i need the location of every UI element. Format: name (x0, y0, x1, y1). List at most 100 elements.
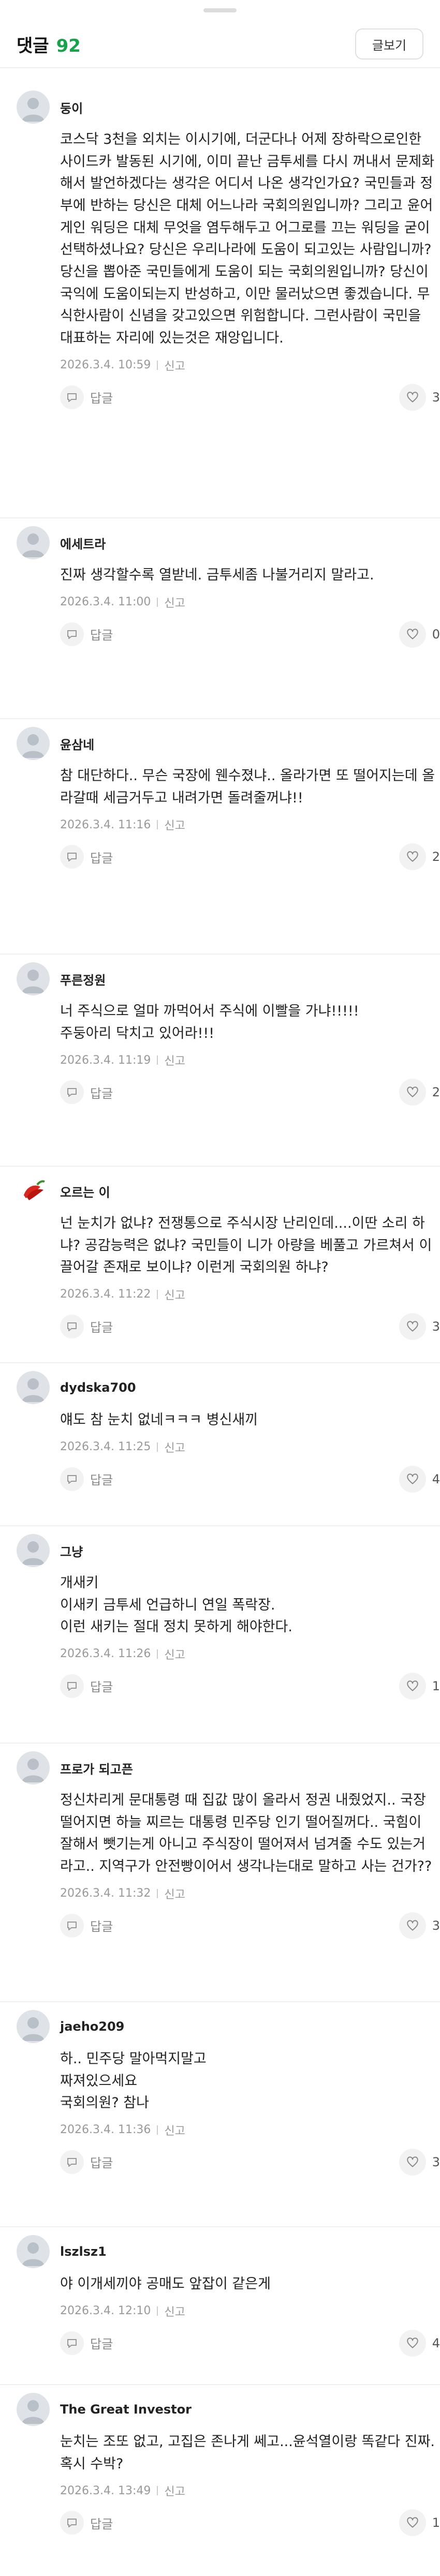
report-link[interactable]: 신고 (164, 1646, 185, 1662)
report-link[interactable]: 신고 (164, 1439, 185, 1455)
comment-meta: 2026.3.4. 12:10 신고 (60, 2303, 423, 2319)
comment-divider (0, 1525, 440, 1526)
default-avatar-icon[interactable] (17, 962, 50, 995)
reply-button[interactable]: 답글 (60, 2331, 113, 2355)
report-link[interactable]: 신고 (164, 2303, 185, 2319)
reply-button[interactable]: 답글 (60, 1314, 113, 1338)
comment-header: 윤삼네 (17, 727, 423, 760)
report-link[interactable]: 신고 (164, 2122, 185, 2138)
heart-icon (399, 1079, 426, 1106)
default-avatar-icon[interactable] (17, 727, 50, 760)
comment-header: 푸른정원 (17, 962, 423, 995)
like-button[interactable]: 0 (399, 620, 440, 648)
sheet-handle-bar[interactable] (0, 0, 440, 21)
reply-button[interactable]: 답글 (60, 845, 113, 869)
meta-divider (157, 1888, 158, 1898)
comment-author[interactable]: The Great Investor (60, 2402, 192, 2417)
comment-date: 2026.3.4. 12:10 (60, 2304, 151, 2318)
comment-actions: 답글 3 (60, 1312, 440, 1341)
reply-button[interactable]: 답글 (60, 1080, 113, 1105)
comment-text: 넌 눈치가 없냐? 전쟁통으로 주식시장 난리인데....이딴 소리 하냐? 공… (60, 1215, 432, 1276)
default-avatar-icon[interactable] (17, 1751, 50, 1784)
comment-item: dydska700 얘도 참 눈치 없네ㅋㅋㅋ 병신새끼 2026.3.4. 1… (0, 1371, 440, 1494)
comment-text: 얘도 참 눈치 없네ㅋㅋㅋ 병신새끼 (60, 1412, 258, 1428)
comment-author[interactable]: jaeho209 (60, 2019, 124, 2034)
like-button[interactable]: 2 (399, 1079, 440, 1106)
comment-item: The Great Investor 눈치는 조또 없고, 고집은 존나게 쎄고… (0, 2393, 440, 2537)
reply-button[interactable]: 답글 (60, 385, 113, 409)
default-avatar-icon[interactable] (17, 1371, 50, 1404)
comment-text: 정신차리게 문대통령 때 집값 많이 올라서 정권 내줬었지.. 국장 떨어지면… (60, 1792, 432, 1874)
reply-label: 답글 (90, 628, 113, 643)
comment-author[interactable]: 푸른정원 (60, 970, 106, 988)
like-button[interactable]: 1 (399, 1672, 440, 1700)
comment-item: 프로가 되고픈 정신차리게 문대통령 때 집값 많이 올라서 정권 내줬었지..… (0, 1751, 440, 1940)
comment-date: 2026.3.4. 11:26 (60, 1647, 151, 1661)
default-avatar-icon[interactable] (17, 1534, 50, 1567)
default-avatar-icon[interactable] (17, 2010, 50, 2043)
meta-divider (157, 1649, 158, 1659)
report-link[interactable]: 신고 (164, 594, 185, 611)
reply-button[interactable]: 답글 (60, 1674, 113, 1698)
report-link[interactable]: 신고 (164, 1286, 185, 1303)
comment-text: 야 이개세끼야 공매도 앞잡이 같은게 (60, 2276, 271, 2292)
default-avatar-icon[interactable] (17, 2393, 50, 2426)
reply-label: 답글 (90, 1320, 113, 1335)
reply-button[interactable]: 답글 (60, 2511, 113, 2535)
comment-author[interactable]: 둥이 (60, 98, 83, 116)
reply-label: 답글 (90, 1086, 113, 1101)
comment-header: jaeho209 (17, 2010, 423, 2043)
reply-button[interactable]: 답글 (60, 1467, 113, 1491)
like-button[interactable]: 3 (399, 2148, 440, 2176)
comment-divider (0, 2226, 440, 2227)
comments-title: 댓글 92 (17, 32, 81, 57)
comment-author[interactable]: 오르는 이 (60, 1182, 110, 1200)
like-button[interactable]: 4 (399, 1465, 440, 1493)
reply-button[interactable]: 답글 (60, 622, 113, 646)
like-count: 4 (432, 1471, 440, 1486)
comment-actions: 답글 4 (60, 1465, 440, 1494)
like-button[interactable]: 3 (399, 1313, 440, 1340)
like-button[interactable]: 4 (399, 2329, 440, 2357)
comment-actions: 답글 3 (60, 2148, 440, 2177)
comment-header: 오르는 이 (17, 1174, 423, 1208)
like-count: 3 (432, 2154, 440, 2169)
comment-text: 하.. 민주당 말아먹지말고 짜져있으세요 국회의원? 참나 (60, 2051, 207, 2111)
like-button[interactable]: 3 (399, 1912, 440, 1939)
comment-item: 오르는 이 넌 눈치가 없냐? 전쟁통으로 주식시장 난리인데....이딴 소리… (0, 1174, 440, 1341)
speech-bubble-icon (60, 2150, 84, 2174)
default-avatar-icon[interactable] (17, 526, 50, 559)
comment-author[interactable]: 윤삼네 (60, 735, 94, 753)
drag-handle[interactable] (203, 8, 237, 12)
report-link[interactable]: 신고 (164, 2482, 185, 2499)
report-link[interactable]: 신고 (164, 357, 185, 374)
report-link[interactable]: 신고 (164, 816, 185, 833)
comment-author[interactable]: 에세트라 (60, 534, 106, 552)
like-button[interactable]: 1 (399, 2509, 440, 2537)
comment-meta: 2026.3.4. 11:32 신고 (60, 1885, 423, 1902)
comment-meta: 2026.3.4. 11:19 신고 (60, 1052, 423, 1068)
comment-divider (0, 1362, 440, 1363)
comment-actions: 답글 0 (60, 620, 440, 649)
like-button[interactable]: 2 (399, 843, 440, 871)
comment-date: 2026.3.4. 11:00 (60, 595, 151, 609)
like-button[interactable]: 3 (399, 383, 440, 411)
comment-text: 진짜 생각할수록 열받네. 금투세좀 나불거리지 말라고. (60, 567, 374, 583)
comment-author[interactable]: dydska700 (60, 1380, 136, 1395)
reply-button[interactable]: 답글 (60, 1913, 113, 1938)
chili-avatar-icon[interactable] (17, 1174, 50, 1208)
comment-author[interactable]: 프로가 되고픈 (60, 1759, 133, 1777)
comment-date: 2026.3.4. 11:16 (60, 818, 151, 831)
comment-author[interactable]: 그냥 (60, 1542, 83, 1560)
like-count: 2 (432, 1085, 440, 1100)
comment-actions: 답글 2 (60, 842, 440, 871)
report-link[interactable]: 신고 (164, 1885, 185, 1902)
default-avatar-icon[interactable] (17, 91, 50, 124)
write-button[interactable]: 글보기 (355, 28, 423, 59)
reply-button[interactable]: 답글 (60, 2150, 113, 2174)
report-link[interactable]: 신고 (164, 1052, 185, 1068)
comment-actions: 답글 1 (60, 2508, 440, 2537)
comment-author[interactable]: lszlsz1 (60, 2244, 107, 2259)
default-avatar-icon[interactable] (17, 2235, 50, 2268)
heart-icon (399, 2509, 426, 2537)
